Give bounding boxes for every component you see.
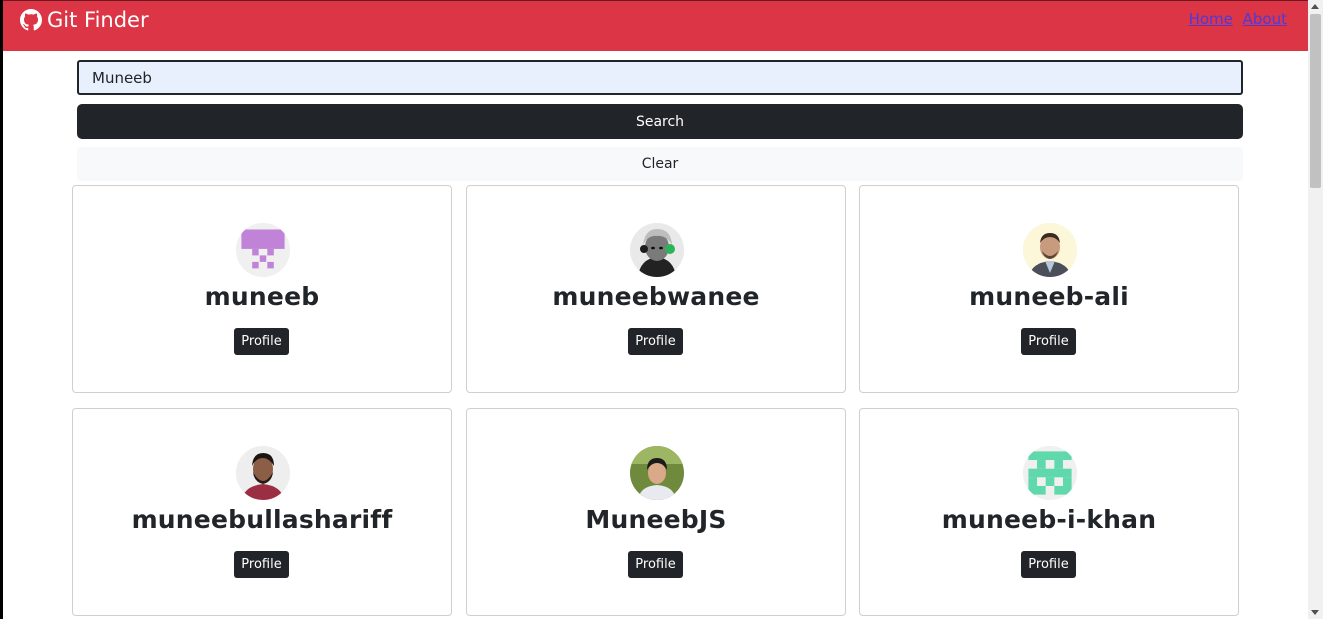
avatar [630,223,684,277]
profile-button[interactable]: Profile [234,328,289,355]
avatar [630,446,684,500]
nav-home-link[interactable]: Home [1189,10,1233,28]
username: muneeb [204,282,320,311]
avatar [1023,446,1077,500]
user-card: muneebwanee Profile [466,185,846,393]
clear-button[interactable]: Clear [77,147,1243,181]
username: muneebwanee [552,282,760,311]
profile-button[interactable]: Profile [1021,328,1076,355]
nav-about-link[interactable]: About [1243,10,1287,28]
scroll-up-icon[interactable] [1311,4,1319,9]
user-photo-icon [630,446,684,500]
avatar [1023,223,1077,277]
avatar [236,223,290,277]
nav-links: Home About [1184,10,1287,28]
username: muneeb-i-khan [941,505,1157,534]
profile-button[interactable]: Profile [628,551,683,578]
user-card: muneeb-ali Profile [859,185,1239,393]
user-photo-icon [630,223,684,277]
profile-button[interactable]: Profile [234,551,289,578]
github-icon [20,9,42,31]
vertical-scrollbar[interactable] [1308,0,1323,619]
avatar [236,446,290,500]
user-card: muneeb Profile [72,185,452,393]
scroll-thumb[interactable] [1310,14,1321,188]
username: muneeb-ali [969,282,1129,311]
username: MuneebJS [585,505,727,534]
search-button[interactable]: Search [77,104,1243,139]
user-photo-icon [1023,223,1077,277]
navbar: Git Finder Home About [3,0,1308,51]
user-photo-icon [236,446,290,500]
page-viewport: Git Finder Home About Search Clear munee… [3,0,1308,619]
identicon-green-icon [1023,446,1077,500]
scroll-down-icon[interactable] [1311,610,1319,615]
search-input[interactable] [77,60,1243,95]
profile-button[interactable]: Profile [628,328,683,355]
user-card: muneeb-i-khan Profile [859,408,1239,616]
brand[interactable]: Git Finder [20,8,149,32]
user-card: muneebullashariff Profile [72,408,452,616]
profile-button[interactable]: Profile [1021,551,1076,578]
username: muneebullashariff [131,505,393,534]
user-card: MuneebJS Profile [466,408,846,616]
brand-title: Git Finder [47,8,149,32]
identicon-purple-icon [236,223,290,277]
